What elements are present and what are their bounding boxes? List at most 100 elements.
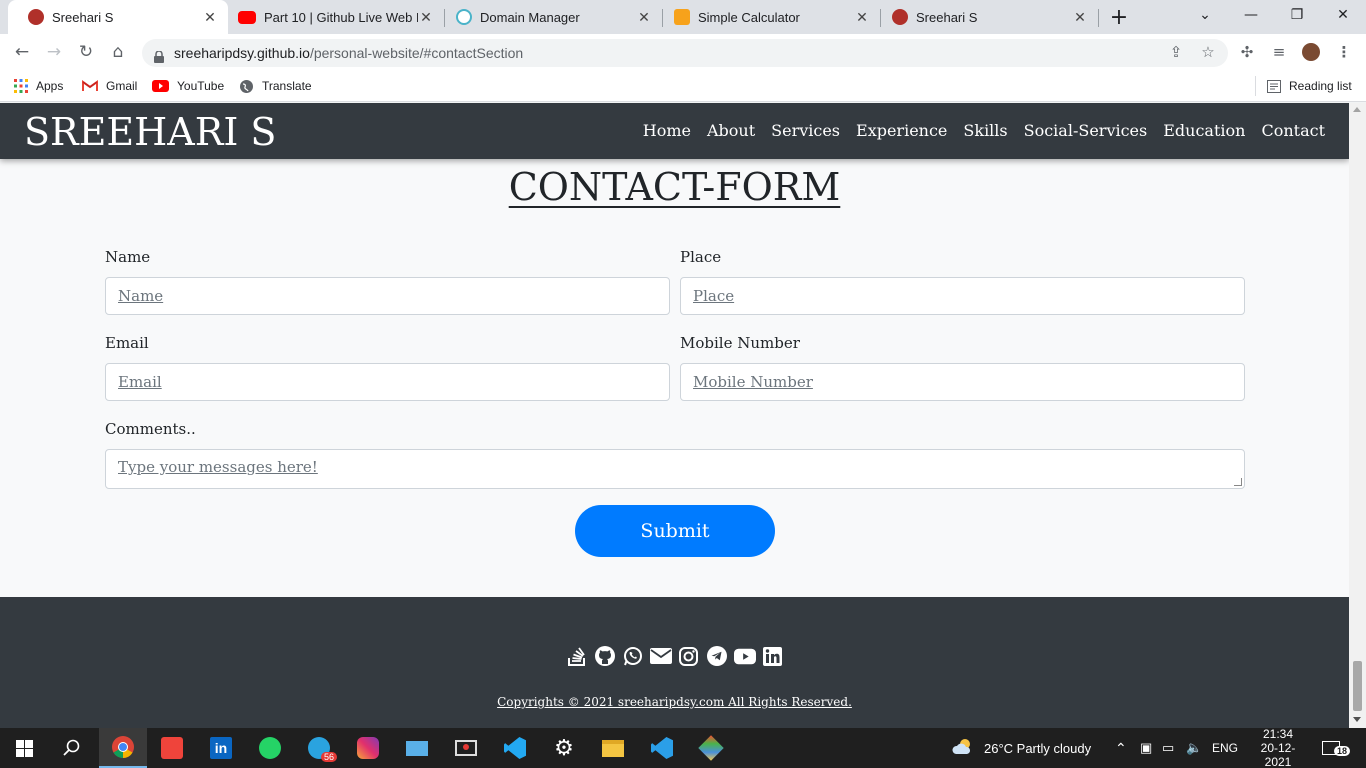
meet-now-icon[interactable]: ▣ — [1140, 728, 1152, 768]
search-icon[interactable] — [48, 728, 96, 768]
bookmark-label: Gmail — [106, 79, 138, 93]
clock[interactable]: 21:34 20-12-2021 — [1248, 727, 1308, 768]
nav-link-services[interactable]: Services — [771, 121, 840, 140]
comments-textarea[interactable]: Type your messages here! — [105, 449, 1245, 489]
tab-github-live[interactable]: Part 10 | Github Live Web Ho ✕ — [228, 0, 444, 34]
nav-link-home[interactable]: Home — [643, 121, 691, 140]
vscode-icon[interactable] — [491, 728, 539, 768]
notification-center-icon[interactable]: 18 — [1322, 728, 1351, 768]
tab-title: Part 10 | Github Live Web Ho — [264, 9, 418, 25]
bookmark-gmail[interactable]: Gmail — [82, 77, 137, 95]
place-placeholder: Place — [693, 287, 735, 305]
nav-link-skills[interactable]: Skills — [963, 121, 1007, 140]
whatsapp-icon[interactable] — [622, 645, 644, 667]
nav-link-about[interactable]: About — [707, 121, 755, 140]
weather-widget[interactable]: 26°C Partly cloudy — [952, 728, 1091, 768]
scroll-up-arrow-icon[interactable] — [1353, 107, 1361, 112]
url-text: sreeharipdsy.github.io/personal-website/… — [174, 45, 523, 61]
vscode-insiders-icon[interactable] — [638, 728, 686, 768]
forward-arrow-icon[interactable]: → — [42, 40, 66, 64]
github-icon[interactable] — [594, 645, 616, 667]
calculator-favicon-icon — [674, 9, 690, 25]
bookmark-translate[interactable]: Translate — [239, 77, 312, 95]
url-path: /personal-website/#contactSection — [309, 45, 524, 61]
youtube-icon[interactable] — [733, 645, 756, 667]
menu-kebab-icon[interactable]: ⋮ — [1334, 42, 1354, 62]
tab-sreehari[interactable]: Sreehari S ✕ — [8, 0, 228, 34]
weather-text: 26°C Partly cloudy — [984, 740, 1092, 756]
nav-link-education[interactable]: Education — [1163, 121, 1245, 140]
tab-search-chevron-icon[interactable]: ⌄ — [1182, 0, 1228, 30]
whatsapp-taskbar-icon[interactable] — [246, 728, 294, 768]
volume-icon[interactable]: 🔈 — [1186, 728, 1202, 768]
close-tab-icon[interactable]: ✕ — [636, 9, 652, 26]
scrollbar-thumb[interactable] — [1353, 661, 1362, 711]
file-explorer-icon[interactable] — [589, 728, 637, 768]
telegram-icon[interactable] — [706, 645, 728, 667]
browser-toolbar: ← → ↻ ⌂ sreeharipdsy.github.io/personal-… — [0, 34, 1366, 70]
bookmark-label: Apps — [36, 79, 64, 93]
extensions-puzzle-icon[interactable]: ✣ — [1237, 42, 1257, 62]
name-input[interactable]: Name — [105, 277, 670, 315]
stackoverflow-icon[interactable] — [566, 645, 588, 667]
bookmark-youtube[interactable]: YouTube — [152, 77, 224, 95]
this-pc-icon[interactable] — [393, 728, 441, 768]
place-input[interactable]: Place — [680, 277, 1245, 315]
submit-button[interactable]: Submit — [575, 505, 775, 557]
site-brand[interactable]: SREEHARI S — [24, 110, 276, 154]
reading-list-button[interactable]: Reading list — [1267, 77, 1352, 95]
bookmark-star-icon[interactable]: ☆ — [1198, 42, 1218, 62]
profile-avatar[interactable] — [1301, 42, 1321, 62]
home-icon[interactable]: ⌂ — [106, 40, 130, 64]
media-control-icon[interactable]: ≡ — [1269, 42, 1289, 62]
bookmark-label: YouTube — [177, 79, 225, 93]
bookmark-apps[interactable]: Apps — [14, 77, 63, 95]
restore-button[interactable]: ❐ — [1274, 0, 1320, 30]
domain-favicon-icon — [456, 9, 472, 25]
page-scrollbar[interactable] — [1349, 103, 1366, 728]
start-windows-icon[interactable] — [0, 728, 48, 768]
share-icon[interactable]: ⇪ — [1166, 42, 1186, 62]
language-indicator[interactable]: ENG — [1212, 728, 1238, 768]
close-tab-icon[interactable]: ✕ — [418, 9, 434, 26]
site-navbar: SREEHARI S Home About Services Experienc… — [0, 103, 1349, 159]
back-arrow-icon[interactable]: ← — [10, 40, 34, 64]
copyright-text[interactable]: Copyrights © 2021 sreeharipdsy.com All R… — [0, 695, 1349, 709]
browser-tab-strip: Sreehari S ✕ Part 10 | Github Live Web H… — [0, 0, 1366, 34]
clock-time: 21:34 — [1262, 727, 1294, 741]
anydesk-icon[interactable] — [148, 728, 196, 768]
profile-favicon-icon — [28, 9, 44, 25]
scroll-down-arrow-icon[interactable] — [1353, 717, 1361, 722]
tab-domain-manager[interactable]: Domain Manager ✕ — [446, 0, 662, 34]
network-icon[interactable]: ▭ — [1162, 728, 1174, 768]
mobile-input[interactable]: Mobile Number — [680, 363, 1245, 401]
email-input[interactable]: Email — [105, 363, 670, 401]
reload-icon[interactable]: ↻ — [74, 40, 98, 64]
minimize-button[interactable]: — — [1228, 0, 1274, 30]
comments-placeholder: Type your messages here! — [118, 458, 318, 476]
new-tab-button[interactable]: + — [1096, 2, 1142, 32]
close-tab-icon[interactable]: ✕ — [202, 9, 218, 26]
close-tab-icon[interactable]: ✕ — [1072, 9, 1088, 26]
git-tool-icon[interactable] — [687, 728, 735, 768]
tab-sreehari-2[interactable]: Sreehari S ✕ — [882, 0, 1098, 34]
linkedin-icon[interactable] — [762, 645, 784, 667]
nav-link-social-services[interactable]: Social-Services — [1024, 121, 1148, 140]
nav-link-contact[interactable]: Contact — [1261, 121, 1325, 140]
linkedin-taskbar-icon[interactable]: in — [197, 728, 245, 768]
partly-cloudy-icon — [952, 738, 974, 759]
chrome-taskbar-icon[interactable] — [99, 728, 147, 768]
tab-simple-calculator[interactable]: Simple Calculator ✕ — [664, 0, 880, 34]
mail-icon[interactable] — [649, 645, 672, 667]
instagram-taskbar-icon[interactable] — [344, 728, 392, 768]
settings-gear-icon[interactable]: ⚙ — [540, 728, 588, 768]
address-bar[interactable]: sreeharipdsy.github.io/personal-website/… — [142, 39, 1228, 67]
show-hidden-icons-chevron-icon[interactable]: ⌃ — [1115, 728, 1127, 768]
close-tab-icon[interactable]: ✕ — [854, 9, 870, 26]
resize-grip-icon[interactable] — [1234, 478, 1242, 486]
telegram-taskbar-icon[interactable]: 56 — [295, 728, 343, 768]
media-player-icon[interactable] — [442, 728, 490, 768]
instagram-icon[interactable] — [678, 645, 700, 667]
close-window-button[interactable]: ✕ — [1320, 0, 1366, 30]
nav-link-experience[interactable]: Experience — [856, 121, 947, 140]
